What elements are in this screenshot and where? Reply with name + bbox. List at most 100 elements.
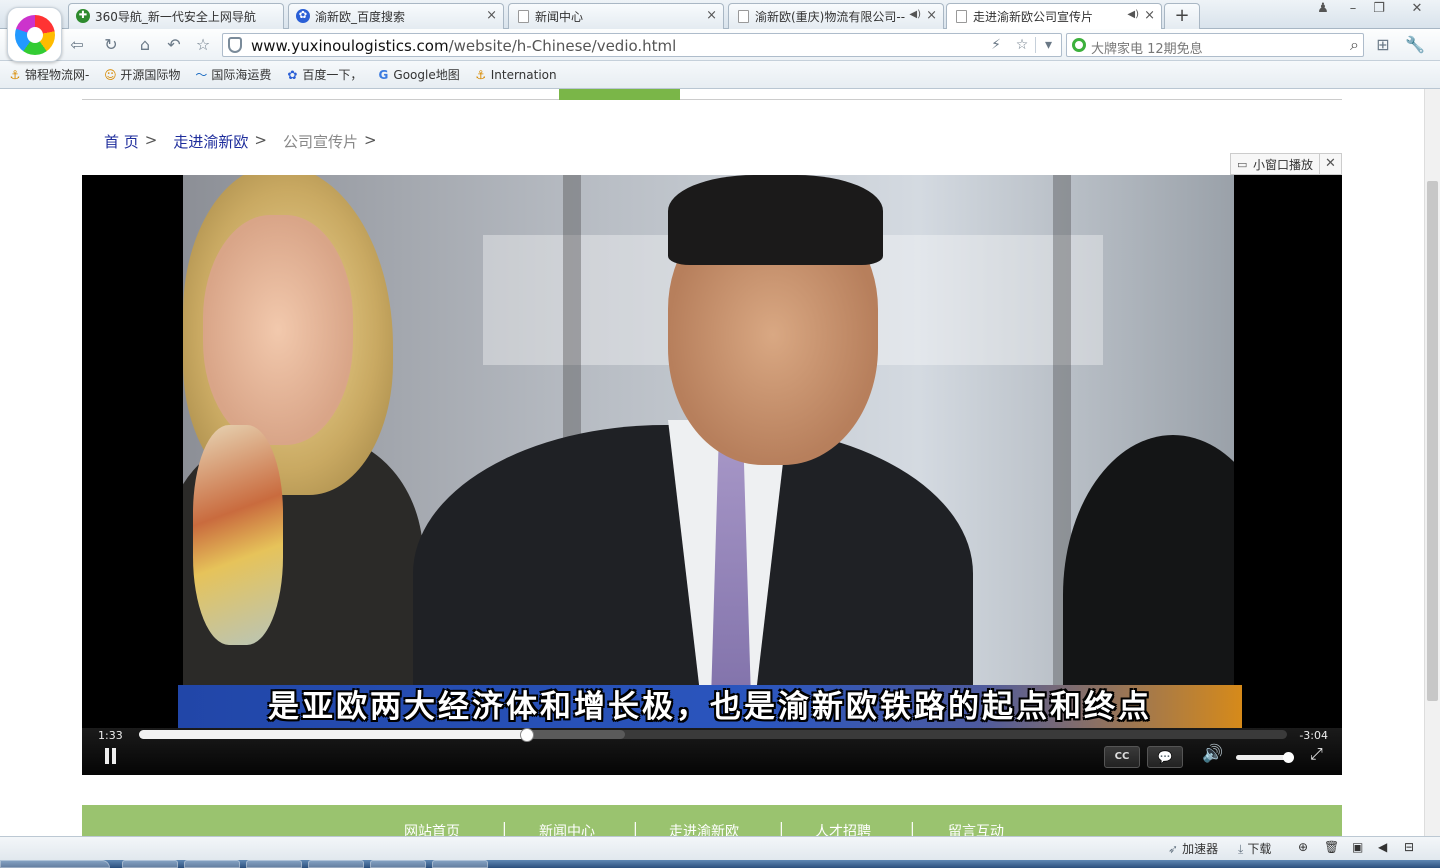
seek-bar[interactable] [139, 728, 1287, 742]
footer-separator: | [502, 821, 507, 836]
fullscreen-icon[interactable]: ⤢ [1310, 744, 1323, 764]
zoom-icon[interactable]: ⊟ [1404, 840, 1414, 854]
360-safe-icon: ✚ [76, 9, 90, 23]
close-tab-icon[interactable]: × [486, 8, 497, 23]
back-icon[interactable]: ⇦ [66, 34, 88, 56]
footer-link-messages[interactable]: 留言互动 [948, 821, 1004, 836]
address-bar-actions: ⚡ ☆ ▾ [983, 34, 1061, 56]
close-tab-icon[interactable]: × [706, 8, 717, 23]
new-tab-button[interactable]: + [1164, 3, 1200, 29]
bookmark-star-icon[interactable]: ☆ [1009, 37, 1035, 53]
player-controls: 1:33 -3:04 CC 💬 🔊 ⤢ [82, 728, 1342, 775]
volume-icon[interactable]: 🔊 [1202, 744, 1223, 764]
add-icon[interactable]: ⊕ [1298, 840, 1308, 854]
bookmark-item[interactable]: G Google地图 [376, 66, 459, 83]
tab-company[interactable]: 渝新欧(重庆)物流有限公司-- ◀) × [728, 3, 944, 29]
start-button[interactable] [0, 860, 110, 868]
footer-separator: | [779, 821, 784, 836]
tools-icon[interactable]: 🔧 [1404, 34, 1426, 56]
mini-window-play-button[interactable]: ▭ 小窗口播放 ✕ [1230, 153, 1342, 175]
volume-slider[interactable] [1236, 752, 1295, 763]
bookmark-item[interactable]: ⚓ 锦程物流网- [8, 66, 90, 83]
address-bar[interactable]: www.yuxinoulogistics.com/website/h-Chine… [222, 33, 1062, 57]
video-player[interactable]: 是亚欧两大经济体和增长极，也是渝新欧铁路的起点和终点 1:33 -3:04 CC… [82, 175, 1342, 775]
pause-button[interactable] [104, 748, 118, 764]
favorite-icon[interactable]: ☆ [192, 34, 214, 56]
bookmark-item[interactable]: ☺ 开源国际物 [103, 66, 180, 83]
taskbar-item[interactable] [370, 860, 426, 868]
tab-360-nav[interactable]: ✚ 360导航_新一代安全上网导航 [68, 3, 284, 29]
close-tab-icon[interactable]: × [926, 8, 937, 23]
footer-link-about[interactable]: 走进渝新欧 [669, 821, 739, 836]
speaker-icon[interactable]: ◀) [1127, 9, 1139, 20]
baidu-paw-icon: ✿ [296, 9, 310, 23]
breadcrumb-home[interactable]: 首 页 [104, 131, 139, 152]
screen-icon[interactable]: ▣ [1352, 840, 1363, 854]
tab-baidu-search[interactable]: ✿ 渝新欧_百度搜索 × [288, 3, 504, 29]
tab-title: 360导航_新一代安全上网导航 [95, 10, 256, 24]
seek-handle[interactable] [520, 728, 535, 742]
restore-icon[interactable]: ❐ [1366, 0, 1392, 18]
footer-link-home[interactable]: 网站首页 [404, 821, 460, 836]
accelerator-button[interactable]: ➶ 加速器 [1168, 840, 1218, 857]
breadcrumb: 首 页 > 走进渝新欧 > 公司宣传片 > [104, 131, 387, 152]
close-tab-icon[interactable]: × [1144, 8, 1155, 23]
page-icon [956, 10, 967, 23]
search-input[interactable]: 大牌家电 12期免息 [1091, 38, 1203, 57]
lightning-icon[interactable]: ⚡ [983, 37, 1009, 53]
browser-logo[interactable] [7, 7, 62, 62]
site-header-bottom [82, 89, 1342, 100]
page-scrollbar[interactable] [1424, 89, 1440, 836]
mini-window-label: 小窗口播放 [1253, 157, 1314, 172]
woman-face [203, 215, 353, 445]
trash-icon[interactable]: 🗑 [1324, 840, 1339, 854]
breadcrumb-section[interactable]: 走进渝新欧 [173, 131, 248, 152]
extensions-icon[interactable]: ⊞ [1372, 34, 1394, 56]
mascot-icon: ☺ [104, 67, 117, 82]
url-path: /website/h-Chinese/vedio.html [448, 37, 677, 55]
tab-strip: ✚ 360导航_新一代安全上网导航 ✿ 渝新欧_百度搜索 × 新闻中心 × 渝新… [0, 0, 1440, 29]
footer-link-news[interactable]: 新闻中心 [539, 821, 595, 836]
download-button[interactable]: ⤓ 下载 [1238, 840, 1271, 857]
volume-small-icon[interactable]: ◀ [1378, 840, 1387, 854]
status-bar: ➶ 加速器 ⤓ 下载 ⊕ 🗑 ▣ ◀ ⊟ [0, 836, 1440, 860]
bookmark-item[interactable]: ⚓ Internation [474, 68, 556, 82]
scrollbar-thumb[interactable] [1427, 181, 1438, 701]
download-icon: ⤓ [1238, 842, 1244, 856]
bookmark-label: 开源国际物 [120, 68, 181, 82]
skin-icon[interactable]: ♟ [1310, 0, 1336, 18]
woman-scarf [193, 425, 283, 645]
breadcrumb-current: 公司宣传片 [282, 133, 358, 151]
close-icon[interactable]: ✕ [1319, 154, 1341, 174]
taskbar-item[interactable] [122, 860, 178, 868]
breadcrumb-separator: > [363, 131, 377, 149]
accelerator-label: 加速器 [1182, 842, 1219, 856]
video-frame[interactable] [183, 175, 1234, 728]
volume-handle[interactable] [1283, 752, 1295, 763]
url-text[interactable]: www.yuxinoulogistics.com/website/h-Chine… [251, 37, 676, 55]
search-icon[interactable]: ⌕ [1350, 35, 1359, 55]
comment-button[interactable]: 💬 [1147, 746, 1183, 768]
navigation-bar: ⇦ ↻ ⌂ ↶ ☆ www.yuxinoulogistics.com/websi… [0, 29, 1440, 61]
minimize-icon[interactable]: – [1340, 0, 1366, 18]
taskbar-item[interactable] [308, 860, 364, 868]
tab-promo-video[interactable]: 走进渝新欧公司宣传片 ◀) × [946, 3, 1162, 29]
undo-icon[interactable]: ↶ [163, 34, 185, 56]
search-engine-icon[interactable] [1072, 38, 1086, 52]
bookmark-item[interactable]: 〜国际海运费 [194, 66, 271, 83]
taskbar-item[interactable] [246, 860, 302, 868]
taskbar-item[interactable] [432, 860, 488, 868]
search-box[interactable]: 大牌家电 12期免息 ⌕ [1066, 33, 1364, 57]
captions-button[interactable]: CC [1104, 746, 1140, 768]
close-window-icon[interactable]: ✕ [1404, 0, 1430, 18]
footer-link-jobs[interactable]: 人才招聘 [815, 821, 871, 836]
taskbar-item[interactable] [184, 860, 240, 868]
speaker-icon[interactable]: ◀) [909, 9, 921, 20]
dropdown-icon[interactable]: ▾ [1035, 37, 1061, 53]
page-icon [518, 10, 529, 23]
tab-news-center[interactable]: 新闻中心 × [508, 3, 724, 29]
rocket-icon: ➶ [1168, 842, 1179, 856]
bookmark-item[interactable]: ✿ 百度一下， [285, 66, 362, 83]
home-icon[interactable]: ⌂ [134, 34, 156, 56]
refresh-icon[interactable]: ↻ [100, 34, 122, 56]
